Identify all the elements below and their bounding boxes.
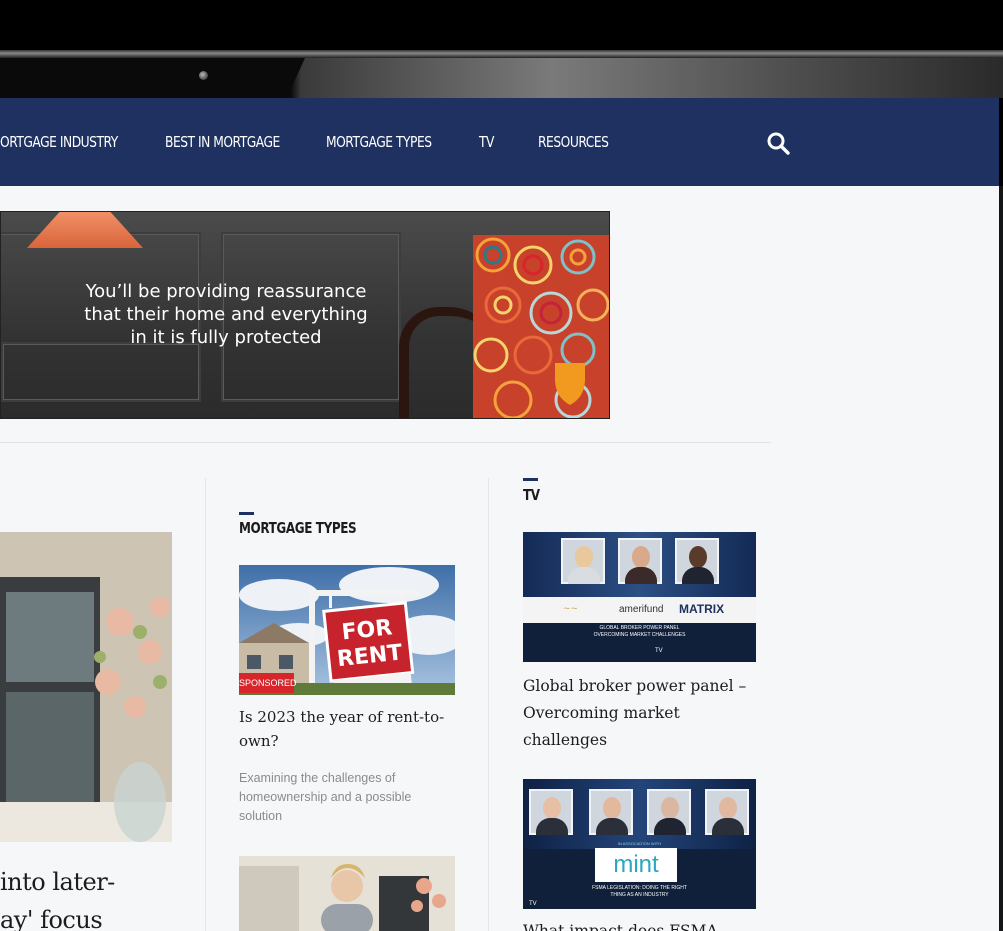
column-divider [205, 478, 206, 931]
sponsor-logo-script: ~~ [563, 604, 579, 614]
device-bezel-top [0, 0, 1003, 55]
device-side-edge [999, 186, 1003, 931]
banner-ad[interactable]: You’ll be providing reassurance that the… [0, 211, 610, 419]
tv-heading[interactable]: TV [523, 486, 540, 504]
mint-logo: mint [595, 848, 677, 882]
sponsored-badge: SPONSORED [239, 673, 297, 693]
nav-item-best-in-mortgage[interactable]: BEST IN MORTGAGE [165, 133, 280, 151]
section-divider [0, 442, 771, 443]
tv-video-title-power-panel[interactable]: Global broker power panel – Overcoming m… [523, 673, 763, 754]
nav-item-tv[interactable]: TV [479, 133, 494, 151]
web-page: ORTGAGE INDUSTRY BEST IN MORTGAGE MORTGA… [0, 98, 999, 931]
banner-ad-text: You’ll be providing reassurance that the… [84, 281, 368, 348]
search-icon[interactable] [766, 131, 792, 157]
article-description: Examining the challenges of homeownershi… [239, 771, 412, 823]
svg-text:FOR: FOR [340, 615, 393, 645]
sponsor-logo-amerifund: amerifund [619, 604, 664, 615]
device-bezel-strip [0, 58, 1003, 98]
tv-video-thumbnail-fsma[interactable]: IN ASSOCIATION WITH mint FSMA LEGISLATIO… [523, 779, 756, 909]
feature-article-title[interactable]: into later- ay' focus [0, 863, 200, 931]
nav-item-resources[interactable]: RESOURCES [538, 133, 609, 151]
tv-video-title-fsma[interactable]: What impact does FSMA [523, 918, 763, 931]
mortgage-types-heading[interactable]: MORTGAGE TYPES [239, 519, 357, 537]
nav-item-mortgage-industry[interactable]: ORTGAGE INDUSTRY [0, 133, 118, 151]
heading-accent [239, 512, 254, 515]
feature-article-image[interactable] [0, 532, 172, 842]
sponsor-logo-matrix: MATRIX [679, 602, 725, 616]
article-image-kitchen[interactable] [239, 856, 455, 931]
heading-accent [523, 478, 538, 481]
article-title-rent-to-own[interactable]: Is 2023 the year of rent-to-own? [239, 705, 464, 753]
camera-icon [199, 71, 208, 80]
patterned-chair-image [473, 235, 609, 418]
main-navbar: ORTGAGE INDUSTRY BEST IN MORTGAGE MORTGA… [0, 98, 999, 186]
lamp-illustration [27, 212, 143, 248]
tv-video-thumbnail-power-panel[interactable]: amerifund MATRIX ~~ GLOBAL BROKER POWER … [523, 532, 756, 662]
nav-item-mortgage-types[interactable]: MORTGAGE TYPES [326, 133, 432, 151]
column-divider [488, 478, 489, 931]
device-bezel-edge [0, 50, 1003, 58]
